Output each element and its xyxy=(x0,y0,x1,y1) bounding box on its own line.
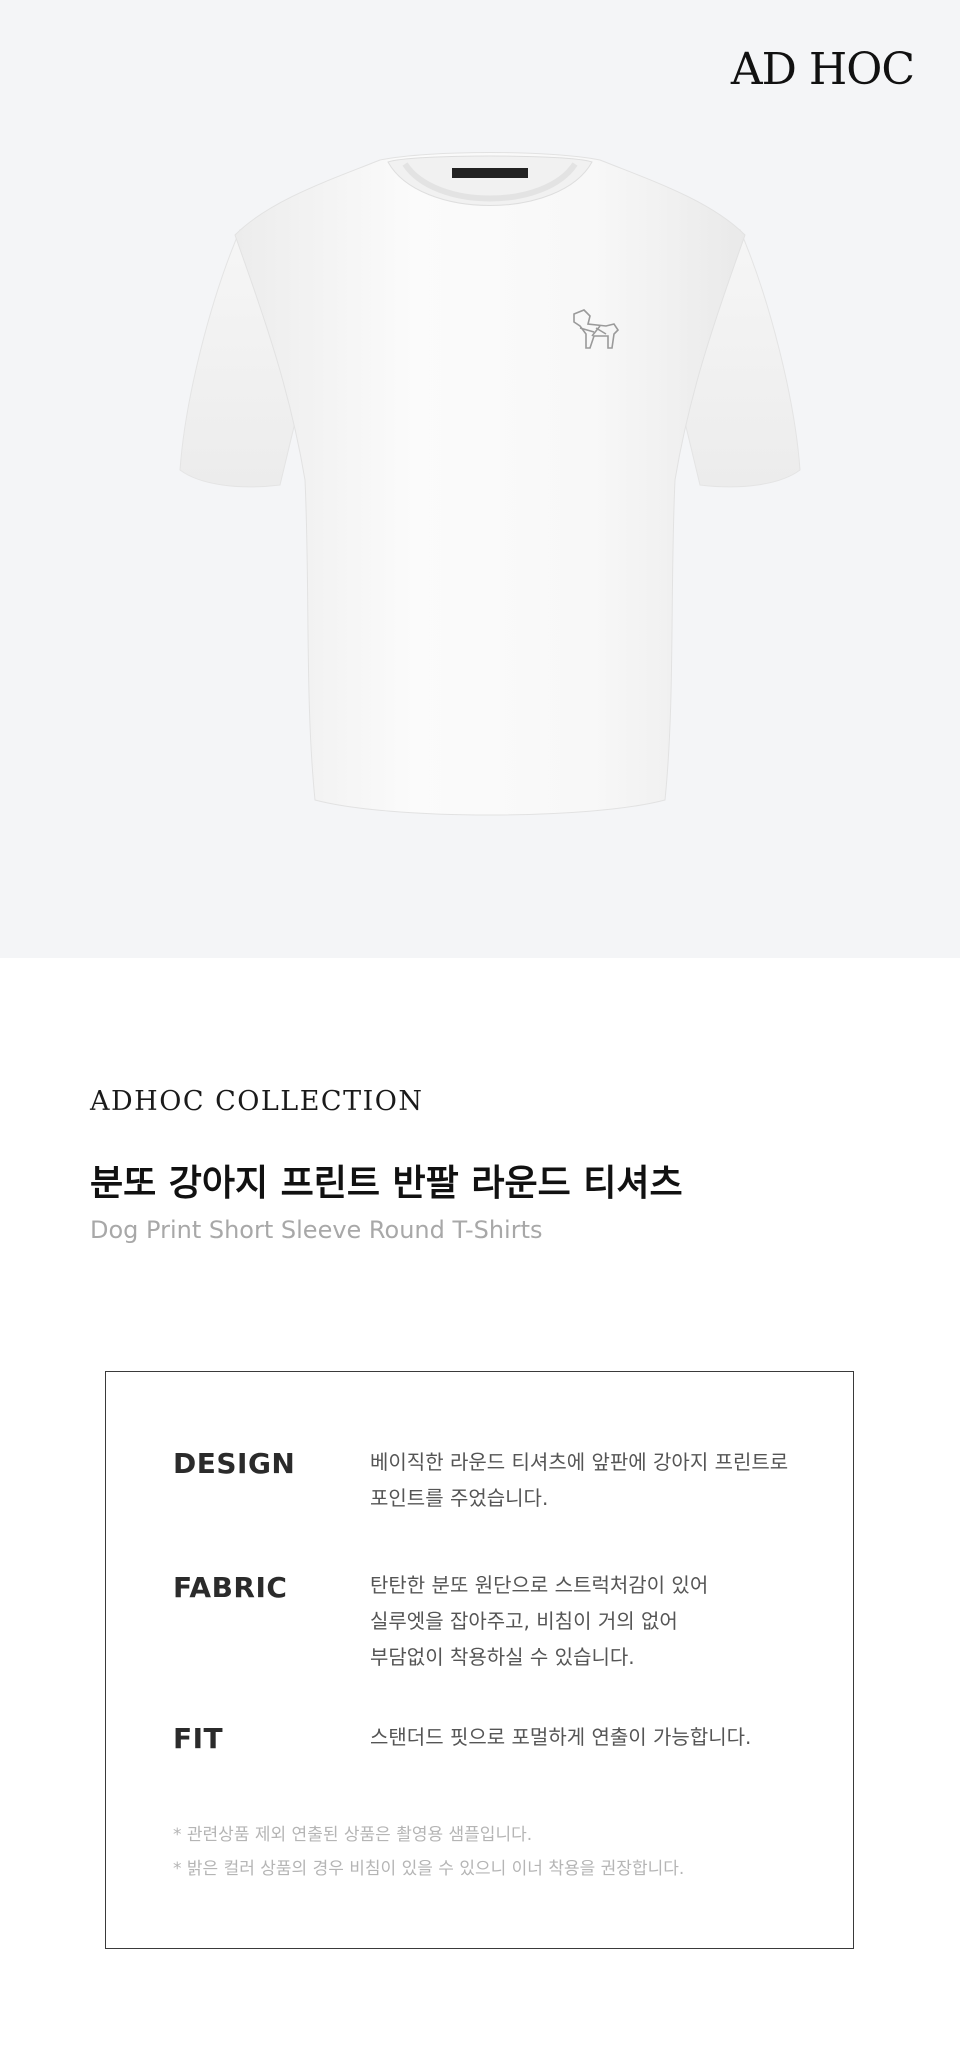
product-title-korean: 분또 강아지 프린트 반팔 라운드 티셔츠 xyxy=(90,1163,683,1204)
product-hero: AD HOC xyxy=(0,0,960,958)
brand-logo: AD HOC xyxy=(730,44,915,95)
product-info-box: DESIGN 베이직한 라운드 티셔츠에 앞판에 강아지 프린트로 포인트를 주… xyxy=(105,1371,854,1949)
spec-text-fabric: 탄탄한 분또 원단으로 스트럭처감이 있어 실루엣을 잡아주고, 비침이 거의 … xyxy=(370,1573,709,1669)
spec-label-fit: FIT xyxy=(173,1722,224,1755)
note-sample: * 관련상품 제외 연출된 상품은 촬영용 샘플입니다. xyxy=(173,1825,533,1845)
spec-label-design: DESIGN xyxy=(173,1447,296,1480)
collection-label: ADHOC COLLECTION xyxy=(90,1086,424,1117)
note-inner-wear: * 밝은 컬러 상품의 경우 비침이 있을 수 있으니 이너 착용을 권장합니다… xyxy=(173,1859,685,1879)
product-title-english: Dog Print Short Sleeve Round T-Shirts xyxy=(90,1216,543,1244)
spec-text-fit: 스탠더드 핏으로 포멀하게 연출이 가능합니다. xyxy=(370,1725,752,1749)
product-image xyxy=(179,152,801,816)
spec-label-fabric: FABRIC xyxy=(173,1571,288,1604)
spec-text-design: 베이직한 라운드 티셔츠에 앞판에 강아지 프린트로 포인트를 주었습니다. xyxy=(370,1450,789,1510)
